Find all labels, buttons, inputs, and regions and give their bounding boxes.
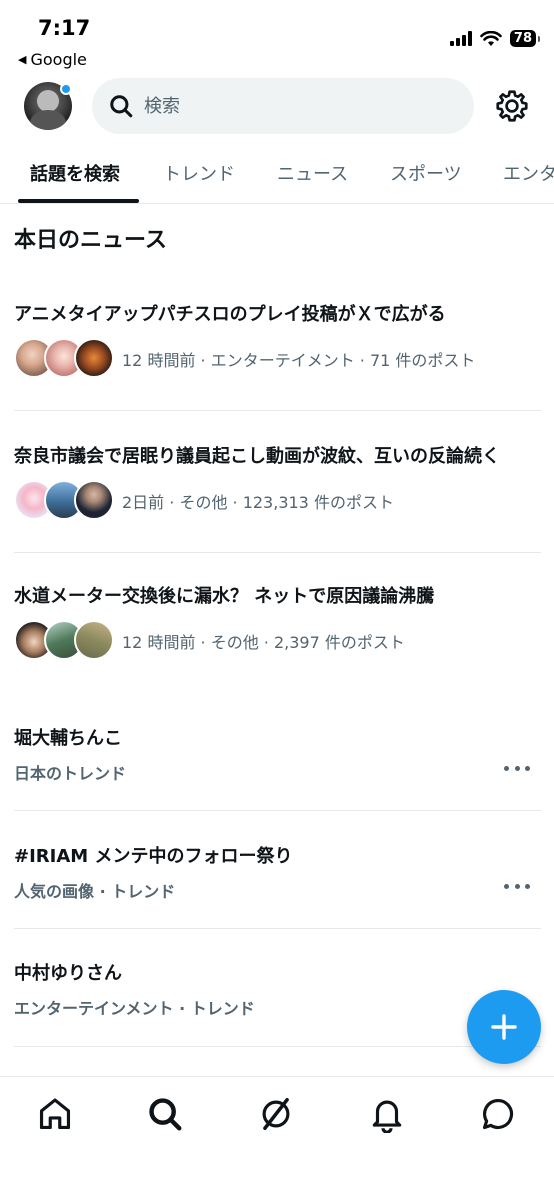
news-headline: 水道メーター交換後に漏水？ ネットで原因議論沸騰 [14, 586, 435, 607]
back-to-app-link[interactable]: ◀ Google [18, 50, 87, 69]
search-icon[interactable] [146, 1095, 184, 1133]
explore-header [0, 76, 554, 138]
tab-label: トレンド [163, 164, 235, 185]
avatar [74, 480, 114, 520]
status-indicators: 78 [449, 30, 541, 47]
notification-dot [60, 83, 72, 95]
tab-trending[interactable]: トレンド [163, 142, 235, 203]
divider [14, 410, 541, 411]
explore-tabs: 話題を検索 トレンド ニュース スポーツ エンタ [0, 142, 554, 204]
divider [14, 810, 541, 811]
clock: 7:17 [38, 16, 91, 40]
section-title: 本日のニュース [14, 228, 167, 253]
active-tab-indicator [18, 199, 139, 203]
back-triangle-icon: ◀ [18, 53, 27, 66]
news-item[interactable]: 奈良市議会で居眠り議員起こし動画が波紋、互いの反論続く 2日前 · その他 · … [0, 442, 554, 532]
news-meta: 12 時間前 · エンターテイメント · 71 件のポスト [122, 351, 476, 370]
tab-label: ニュース [277, 164, 349, 185]
message-icon[interactable] [479, 1095, 517, 1133]
avatar [74, 620, 114, 660]
trend-item[interactable]: 堀大輔ちんこ 日本のトレンド [0, 724, 554, 794]
compose-button[interactable] [467, 990, 541, 1064]
news-headline: アニメタイアップパチスロのプレイ投稿がＸで広がる [14, 304, 446, 325]
cellular-signal-icon [449, 31, 472, 46]
news-item[interactable]: アニメタイアップパチスロのプレイ投稿がＸで広がる 12 時間前 · エンターテイ… [0, 300, 554, 390]
news-meta-row: 12 時間前 · その他 · 2,397 件のポスト [14, 620, 405, 662]
trend-item[interactable]: #IRIAM メンテ中のフォロー祭り 人気の画像 · トレンド [0, 842, 554, 912]
avatar-stack [14, 620, 114, 662]
tab-sports[interactable]: スポーツ [390, 142, 462, 203]
avatar-stack [14, 480, 114, 522]
tab-news[interactable]: ニュース [277, 142, 349, 203]
search-icon [110, 95, 133, 118]
news-item[interactable]: 水道メーター交換後に漏水？ ネットで原因議論沸騰 12 時間前 · その他 · … [0, 582, 554, 672]
trend-name: 中村ゆりさん [14, 963, 122, 984]
trend-meta: エンターテインメント · トレンド [14, 999, 255, 1018]
news-meta: 2日前 · その他 · 123,313 件のポスト [122, 493, 394, 512]
more-options-icon[interactable] [504, 758, 530, 778]
tab-explore[interactable]: 話題を検索 [30, 142, 120, 203]
avatar-stack [14, 338, 114, 380]
gear-icon[interactable] [494, 88, 530, 124]
back-app-label: Google [30, 50, 87, 69]
news-meta-row: 2日前 · その他 · 123,313 件のポスト [14, 480, 394, 522]
battery-icon: 78 [509, 30, 541, 47]
tab-label: スポーツ [390, 164, 462, 185]
avatar [74, 338, 114, 378]
plus-icon [491, 1014, 517, 1040]
trend-name: 堀大輔ちんこ [14, 728, 122, 749]
tab-entertainment[interactable]: エンタ [503, 142, 554, 203]
tab-label: 話題を検索 [30, 164, 120, 185]
trend-meta: 人気の画像 · トレンド [14, 882, 176, 901]
trend-meta: 日本のトレンド [14, 764, 127, 783]
divider [14, 928, 541, 929]
wifi-icon [480, 30, 502, 46]
profile-avatar-button[interactable] [24, 82, 72, 130]
search-input[interactable] [144, 95, 444, 117]
divider [14, 552, 541, 553]
bell-icon[interactable] [368, 1095, 406, 1133]
home-icon[interactable] [36, 1095, 74, 1133]
news-meta-row: 12 時間前 · エンターテイメント · 71 件のポスト [14, 338, 475, 380]
news-meta: 12 時間前 · その他 · 2,397 件のポスト [122, 633, 405, 652]
more-options-icon[interactable] [504, 876, 530, 896]
trend-name: #IRIAM メンテ中のフォロー祭り [14, 846, 293, 867]
status-bar: 7:17 ◀ Google 78 [0, 0, 554, 70]
search-bar[interactable] [92, 78, 474, 134]
news-headline: 奈良市議会で居眠り議員起こし動画が波紋、互いの反論続く [14, 446, 500, 467]
grok-icon[interactable] [257, 1095, 295, 1133]
tab-label: エンタ [503, 164, 554, 185]
bottom-navigation [0, 1076, 554, 1199]
divider [14, 1046, 541, 1047]
